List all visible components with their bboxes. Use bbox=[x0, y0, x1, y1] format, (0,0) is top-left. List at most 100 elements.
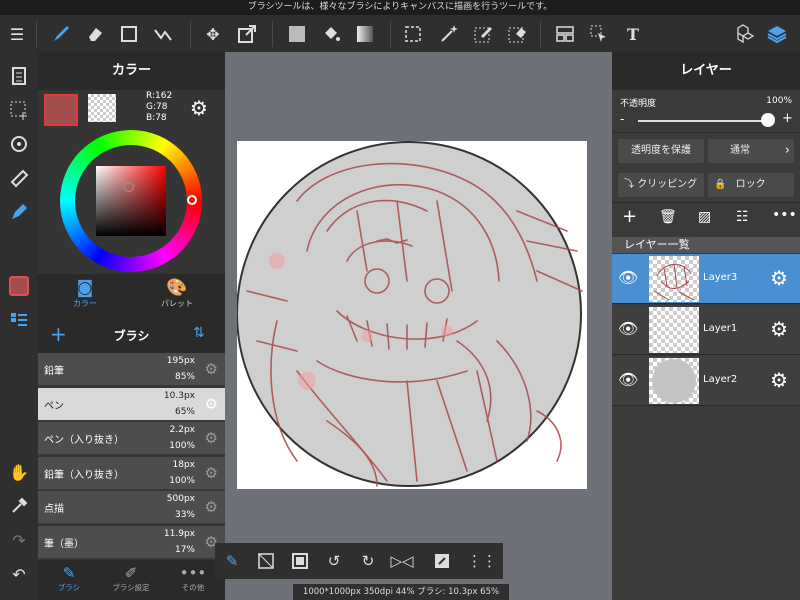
layer-row-layer3[interactable]: 👁 Layer3 ⚙ bbox=[612, 254, 800, 304]
layer-settings-gear-icon[interactable]: ⚙ bbox=[770, 317, 788, 341]
protect-alpha-button[interactable]: 透明度を保護 bbox=[618, 139, 704, 163]
clear-layer-icon[interactable] bbox=[253, 548, 279, 574]
operation-tool-icon[interactable] bbox=[584, 19, 614, 49]
ruler-icon[interactable] bbox=[4, 164, 34, 192]
select-tool-icon[interactable] bbox=[398, 19, 428, 49]
transform-tool-icon[interactable] bbox=[232, 19, 262, 49]
opacity-slider-thumb[interactable] bbox=[761, 113, 775, 127]
select-eraser-icon[interactable] bbox=[502, 19, 532, 49]
brush-settings-gear-icon[interactable]: ⚙ bbox=[205, 429, 218, 447]
primary-color-swatch[interactable] bbox=[44, 94, 78, 126]
brush-settings-gear-icon[interactable]: ⚙ bbox=[205, 464, 218, 482]
secondary-color-swatch[interactable] bbox=[88, 94, 116, 122]
magic-wand-icon[interactable] bbox=[434, 19, 464, 49]
hue-wheel[interactable] bbox=[60, 130, 202, 272]
stabilizer-pen-icon[interactable] bbox=[4, 198, 34, 226]
visibility-eye-icon[interactable]: 👁 bbox=[618, 370, 638, 389]
snap-pen-icon[interactable]: ✎ bbox=[219, 548, 245, 574]
rotate-left-icon[interactable]: ↺ bbox=[321, 548, 347, 574]
rotate-right-icon[interactable]: ↻ bbox=[355, 548, 381, 574]
brush-size: 2.2px bbox=[169, 425, 195, 435]
layers-icon[interactable] bbox=[762, 19, 792, 49]
brush-settings-gear-icon[interactable]: ⚙ bbox=[205, 498, 218, 516]
brush-row[interactable]: 鉛筆 195px 85% ⚙ bbox=[38, 353, 225, 386]
brush-size: 10.3px bbox=[163, 390, 195, 401]
rotate-canvas-icon[interactable] bbox=[4, 130, 34, 158]
visibility-eye-icon[interactable]: 👁 bbox=[618, 268, 638, 287]
eyedropper-icon[interactable] bbox=[4, 492, 34, 520]
delete-layer-icon[interactable]: 🗑 bbox=[659, 209, 677, 225]
opacity-decrease-icon[interactable]: - bbox=[620, 112, 624, 126]
hue-picker-cursor[interactable] bbox=[187, 195, 197, 205]
tab-palette[interactable]: 🎨 パレット bbox=[138, 274, 216, 317]
brush-row[interactable]: 点描 500px 33% ⚙ bbox=[38, 491, 225, 524]
brush-settings-gear-icon[interactable]: ⚙ bbox=[205, 360, 218, 378]
layer-row-layer2[interactable]: 👁 Layer2 ⚙ bbox=[612, 356, 800, 406]
layer-list-view-icon[interactable]: ☷ bbox=[736, 209, 749, 225]
layer-settings-gear-icon[interactable]: ⚙ bbox=[770, 368, 788, 392]
frame-tool-icon[interactable] bbox=[550, 19, 580, 49]
lock-button[interactable]: 🔒 ロック bbox=[708, 173, 794, 197]
brush-name: 筆（墨） bbox=[44, 538, 84, 550]
visibility-eye-icon[interactable]: 👁 bbox=[618, 319, 638, 338]
brush-settings-icon: ✐ bbox=[124, 564, 138, 582]
eraser-tool-icon[interactable] bbox=[80, 19, 110, 49]
tab-color[interactable]: ◙ カラー bbox=[46, 274, 124, 317]
fill-layer-icon[interactable] bbox=[287, 548, 313, 574]
brush-row[interactable]: ペン 10.3px 65% ⚙ bbox=[38, 387, 225, 421]
import-image-icon[interactable]: ▨ bbox=[698, 209, 711, 225]
text-tool-icon[interactable]: T bbox=[618, 19, 648, 49]
layer-name: Layer1 bbox=[703, 323, 738, 334]
layer-list-icon[interactable] bbox=[4, 306, 34, 334]
flip-horizontal-icon[interactable]: ▷◁ bbox=[389, 548, 415, 574]
canvas-area[interactable] bbox=[225, 52, 612, 600]
current-color-swatch[interactable] bbox=[4, 272, 34, 300]
brush-name: 点描 bbox=[44, 504, 64, 515]
chevron-right-icon: › bbox=[784, 143, 790, 158]
opacity-increase-icon[interactable]: + bbox=[782, 111, 793, 126]
brush-row[interactable]: ペン（入り抜き） 2.2px 100% ⚙ bbox=[38, 422, 225, 455]
opacity-value: 100% bbox=[766, 96, 792, 106]
select-pen-icon[interactable] bbox=[468, 19, 498, 49]
undo-icon[interactable]: ↶ bbox=[4, 560, 34, 588]
brush-opacity: 100% bbox=[169, 475, 195, 486]
tab-brush[interactable]: ✎ ブラシ bbox=[38, 560, 100, 600]
add-layer-icon[interactable]: + bbox=[622, 206, 637, 227]
saturation-value-square[interactable] bbox=[96, 166, 166, 236]
move-tool-icon[interactable]: ✥ bbox=[198, 19, 228, 49]
menu-icon[interactable]: ☰ bbox=[2, 19, 32, 49]
sort-icon[interactable]: ⇅ bbox=[193, 325, 205, 341]
layer-settings-gear-icon[interactable]: ⚙ bbox=[770, 266, 788, 290]
fill-color-icon[interactable] bbox=[282, 19, 312, 49]
line-tool-icon[interactable] bbox=[148, 19, 178, 49]
color-panel-tabs: ◙ カラー 🎨 パレット bbox=[38, 274, 225, 317]
fit-screen-icon[interactable] bbox=[429, 548, 455, 574]
brush-row[interactable]: 筆（墨） 11.9px 17% ⚙ bbox=[38, 525, 225, 559]
shape-tool-icon[interactable] bbox=[114, 19, 144, 49]
pages-icon[interactable] bbox=[4, 62, 34, 90]
brush-settings-gear-icon[interactable]: ⚙ bbox=[205, 395, 218, 413]
brush-panel-tabs: ✎ ブラシ ✐ ブラシ設定 ••• その他 bbox=[38, 560, 225, 600]
opacity-slider[interactable] bbox=[638, 120, 768, 122]
canvas[interactable] bbox=[236, 141, 587, 489]
3d-material-icon[interactable] bbox=[728, 19, 758, 49]
color-picker-cursor[interactable] bbox=[124, 182, 134, 192]
redo-icon[interactable]: ↷ bbox=[4, 526, 34, 554]
tab-color-label: カラー bbox=[73, 299, 97, 308]
layer-row-layer1[interactable]: 👁 Layer1 ⚙ bbox=[612, 305, 800, 355]
blend-mode-button[interactable]: 通常 › bbox=[708, 139, 794, 163]
brush-row[interactable]: 鉛筆（入り抜き） 18px 100% ⚙ bbox=[38, 456, 225, 490]
gradient-tool-icon[interactable] bbox=[350, 19, 380, 49]
grid-menu-icon[interactable]: ⋮⋮ bbox=[467, 548, 497, 574]
hand-tool-icon[interactable]: ✋ bbox=[4, 458, 34, 486]
clipping-button[interactable]: ⤵ クリッピング bbox=[618, 173, 704, 197]
selection-icon[interactable] bbox=[4, 96, 34, 124]
brush-opacity: 85% bbox=[174, 372, 195, 382]
tab-brush-settings[interactable]: ✐ ブラシ設定 bbox=[100, 560, 162, 600]
separator bbox=[272, 21, 273, 47]
layer-more-icon[interactable]: ••• bbox=[772, 207, 797, 223]
bucket-tool-icon[interactable] bbox=[316, 19, 346, 49]
brush-tool-icon[interactable] bbox=[46, 19, 76, 49]
color-settings-gear-icon[interactable]: ⚙ bbox=[190, 96, 208, 120]
layer-panel-title: レイヤー bbox=[612, 52, 800, 90]
